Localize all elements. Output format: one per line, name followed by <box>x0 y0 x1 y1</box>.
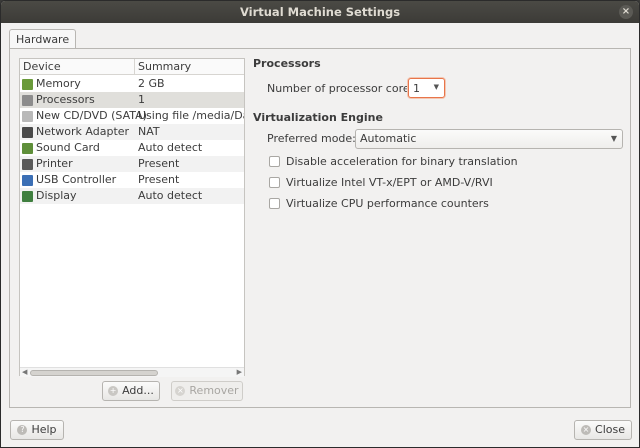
device-summary: Auto detect <box>138 141 203 154</box>
scroll-left-icon[interactable]: ◀ <box>22 368 27 377</box>
checkbox-box[interactable] <box>269 156 280 167</box>
processor-icon <box>22 94 33 106</box>
device-row-network-adapter[interactable]: Network Adapter NAT <box>20 124 244 140</box>
scroll-right-icon[interactable]: ▶ <box>237 368 242 377</box>
virtualize-cpu-counters-checkbox[interactable]: Virtualize CPU performance counters <box>269 197 489 210</box>
add-icon: + <box>108 386 119 396</box>
add-button-label: Add... <box>122 384 154 397</box>
device-name: Printer <box>36 157 73 170</box>
preferred-mode-value: Automatic <box>360 132 417 145</box>
disable-acceleration-checkbox[interactable]: Disable acceleration for binary translat… <box>269 155 518 168</box>
checkbox-box[interactable] <box>269 177 280 188</box>
device-row-memory[interactable]: Memory 2 GB <box>20 76 244 92</box>
preferred-mode-label: Preferred mode: <box>267 132 356 145</box>
cd-dvd-icon <box>22 110 33 122</box>
remove-button-label: Remover <box>189 384 239 397</box>
device-row-processors[interactable]: Processors 1 <box>20 92 244 108</box>
device-summary: Using file /media/Dade <box>138 109 244 122</box>
usb-icon <box>22 174 33 186</box>
device-name: Display <box>36 189 77 202</box>
chevron-down-icon: ▼ <box>610 134 617 143</box>
window-title: Virtual Machine Settings <box>239 5 401 19</box>
display-icon <box>22 190 33 202</box>
tab-hardware[interactable]: Hardware <box>9 29 77 49</box>
checkbox-label: Virtualize CPU performance counters <box>286 197 489 210</box>
device-row-cd-dvd[interactable]: New CD/DVD (SATA) Using file /media/Dade <box>20 108 244 124</box>
horizontal-scrollbar[interactable]: ◀ ▶ <box>20 367 244 377</box>
processor-cores-value: 1 <box>413 81 420 95</box>
sound-card-icon <box>22 142 33 154</box>
remove-icon: × <box>175 386 186 396</box>
processor-cores-select[interactable]: 1 ▼ <box>408 78 445 98</box>
column-header-summary[interactable]: Summary <box>135 59 191 74</box>
device-name: Processors <box>36 93 95 106</box>
device-summary: NAT <box>138 125 160 138</box>
device-list-header: Device Summary <box>20 59 244 75</box>
title-bar: Virtual Machine Settings × <box>1 1 639 23</box>
checkbox-label: Disable acceleration for binary translat… <box>286 155 518 168</box>
device-summary: Present <box>138 157 180 170</box>
close-icon: × <box>581 425 592 435</box>
device-summary: 2 GB <box>138 77 165 90</box>
device-row-sound-card[interactable]: Sound Card Auto detect <box>20 140 244 156</box>
window-close-icon[interactable]: × <box>619 5 633 19</box>
add-button[interactable]: + Add... <box>102 381 160 401</box>
checkbox-label: Virtualize Intel VT-x/EPT or AMD-V/RVI <box>286 176 493 189</box>
virtualization-section-title: Virtualization Engine <box>253 111 383 124</box>
column-header-device[interactable]: Device <box>20 59 135 74</box>
device-name: New CD/DVD (SATA) <box>36 109 147 122</box>
processors-section-title: Processors <box>253 57 321 70</box>
close-button[interactable]: × Close <box>574 420 632 440</box>
device-row-usb-controller[interactable]: USB Controller Present <box>20 172 244 188</box>
virtualize-vtx-checkbox[interactable]: Virtualize Intel VT-x/EPT or AMD-V/RVI <box>269 176 493 189</box>
printer-icon <box>22 158 33 170</box>
device-summary: 1 <box>138 93 145 106</box>
processor-cores-label: Number of processor cores: <box>267 82 420 95</box>
memory-icon <box>22 78 33 90</box>
checkbox-box[interactable] <box>269 198 280 209</box>
device-name: Sound Card <box>36 141 100 154</box>
settings-window: Virtual Machine Settings × Hardware Devi… <box>0 0 640 448</box>
device-rows: Memory 2 GB Processors 1 New CD/DVD (SAT… <box>20 76 244 204</box>
device-name: USB Controller <box>36 173 117 186</box>
device-summary: Auto detect <box>138 189 203 202</box>
device-summary: Present <box>138 173 180 186</box>
device-row-display[interactable]: Display Auto detect <box>20 188 244 204</box>
device-name: Network Adapter <box>36 125 130 138</box>
device-name: Memory <box>36 77 81 90</box>
help-button-label: Help <box>31 423 57 436</box>
remove-button[interactable]: × Remover <box>171 381 243 401</box>
help-icon: ? <box>17 425 28 435</box>
preferred-mode-select[interactable]: Automatic ▼ <box>355 129 623 149</box>
chevron-down-icon: ▼ <box>433 83 439 91</box>
device-row-printer[interactable]: Printer Present <box>20 156 244 172</box>
help-button[interactable]: ? Help <box>10 420 64 440</box>
close-button-label: Close <box>595 423 625 436</box>
network-adapter-icon <box>22 126 33 138</box>
scrollbar-thumb[interactable] <box>30 370 158 376</box>
device-list: Device Summary Memory 2 GB Processors 1 … <box>19 58 245 376</box>
